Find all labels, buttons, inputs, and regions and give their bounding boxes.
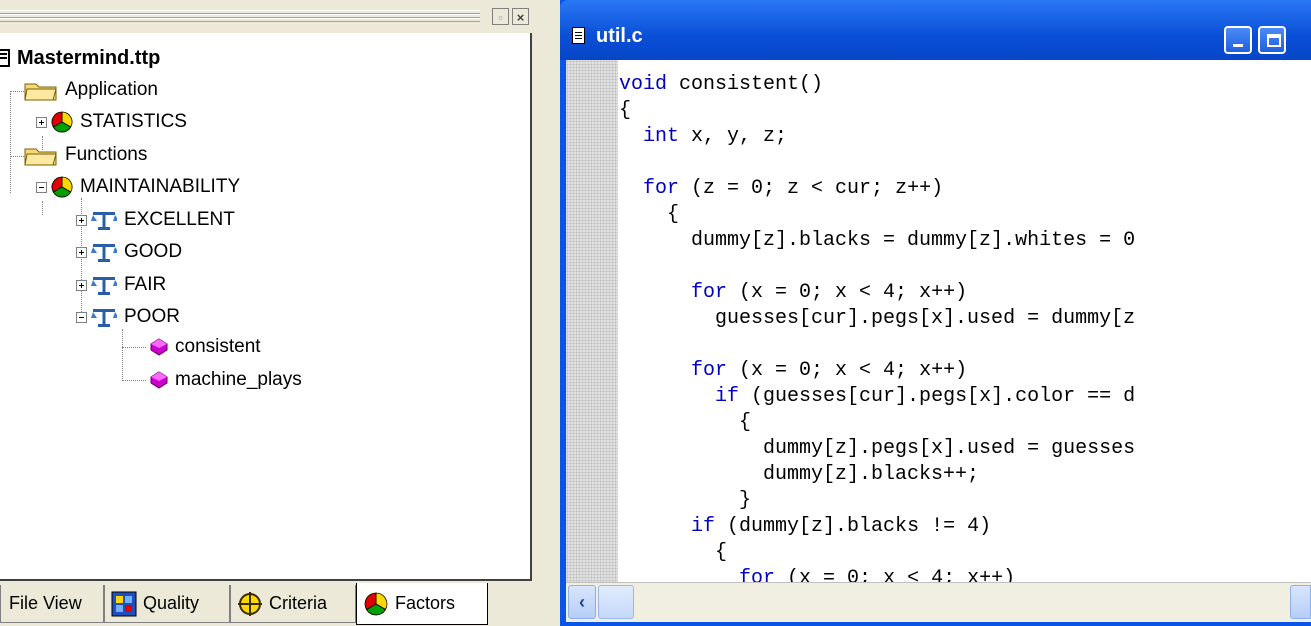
panel-titlebar[interactable]: ▫ × [0,0,540,32]
code-line: dummy[z].blacks++; [619,463,980,486]
code-line: dummy[z].blacks = dummy[z].whites = 0 [619,229,1136,252]
code-line: dummy[z].pegs[x].used = guesses [619,437,1136,460]
quality-icon [111,591,137,616]
tree-item-functions[interactable]: Functions [24,140,147,170]
code-keyword: for [739,567,776,582]
collapse-icon[interactable] [76,311,87,323]
panel-close-button[interactable]: × [512,8,529,25]
tab-quality[interactable]: Quality [104,585,230,623]
expand-icon[interactable] [36,116,47,128]
maximize-button[interactable] [1258,26,1286,54]
code-line: { [619,411,752,434]
code-line: } [619,489,752,512]
tree-view[interactable]: Mastermind.ttp Application STATISTICS Fu… [0,33,532,581]
tab-criteria[interactable]: Criteria [230,585,356,623]
code-line: for (x = 0; x < 4; x++) [619,567,1015,582]
tree-line [10,156,24,157]
document-icon [572,27,585,44]
panel-grip [0,18,480,22]
code-line: { [619,541,728,564]
scales-icon [91,244,117,262]
tab-file-view[interactable]: File View [0,585,104,623]
scroll-right-arrow-icon[interactable] [1290,585,1311,619]
scales-icon [91,277,117,295]
tree-item-statistics[interactable]: STATISTICS [36,107,187,137]
code-line: guesses[cur].pegs[x].used = dummy[z [619,307,1136,330]
code-line: for (x = 0; x < 4; x++) [691,359,968,382]
tree-item-consistent[interactable]: consistent [150,332,261,362]
expand-icon[interactable] [76,214,87,226]
tree-item-application[interactable]: Application [24,75,158,105]
tree-line [122,347,146,348]
editor-window: util.c void consistent() { int x, y, z; … [560,0,1311,626]
tree-item-excellent[interactable]: EXCELLENT [76,205,235,235]
crosshair-icon [238,591,262,616]
panel-tabs: File View Quality Criteria Factors [0,583,540,626]
tree-line [10,91,24,92]
editor-gutter [566,60,618,582]
code-keyword: if [691,515,716,538]
collapse-icon[interactable] [36,181,47,193]
folder-icon [24,83,57,101]
tree-root[interactable]: Mastermind.ttp [0,43,160,73]
code-line: int x, y, z; [643,125,788,148]
code-text[interactable]: void consistent() { int x, y, z; for (z … [619,72,1135,582]
code-line: { [619,99,632,122]
factor-icon [51,176,73,198]
tree-line [122,329,123,381]
tree-line [42,201,43,215]
code-keyword: int [643,125,680,148]
code-line: { [619,203,680,226]
code-line: void consistent() [619,73,824,96]
code-keyword: void [619,73,668,96]
tree-item-machine-plays[interactable]: machine_plays [150,365,302,395]
function-icon [150,338,168,356]
editor-titlebar[interactable]: util.c [560,0,1311,60]
tree-item-good[interactable]: GOOD [76,237,182,267]
tree-item-poor[interactable]: POOR [76,302,180,332]
editor-title: util.c [596,25,643,47]
project-panel: ▫ × Mastermind.ttp Application STATISTIC… [0,0,540,626]
expand-icon[interactable] [76,246,87,258]
code-keyword: if [715,385,740,408]
scales-icon [91,309,117,327]
tree-item-maintainability[interactable]: MAINTAINABILITY [36,172,240,202]
scroll-thumb[interactable] [598,585,634,619]
code-keyword: for [643,177,680,200]
folder-icon [24,148,57,166]
panel-splitter[interactable] [540,0,560,626]
factor-icon [364,592,388,615]
expand-icon[interactable] [76,279,87,291]
scales-icon [91,212,117,230]
tab-factors[interactable]: Factors [356,583,488,625]
code-line: if (dummy[z].blacks != 4) [691,515,992,538]
code-line: for (z = 0; z < cur; z++) [643,177,944,200]
code-line: for (x = 0; x < 4; x++) [691,281,968,304]
editor-frame-bottom [560,622,1311,626]
tree-root-label: Mastermind.ttp [17,46,161,69]
horizontal-scrollbar[interactable]: ‹ [566,582,1311,623]
factor-icon [51,111,73,133]
scroll-left-arrow-icon[interactable]: ‹ [568,585,596,619]
tree-line [10,93,11,193]
minimize-button[interactable] [1224,26,1252,54]
tree-item-fair[interactable]: FAIR [76,270,166,300]
project-file-icon [0,49,10,67]
code-keyword: for [691,281,728,304]
tree-line [122,380,146,381]
panel-restore-button[interactable]: ▫ [492,8,509,25]
function-icon [150,371,168,389]
code-keyword: for [691,359,728,382]
code-line: if (guesses[cur].pegs[x].color == d [715,385,1136,408]
code-editor[interactable]: void consistent() { int x, y, z; for (z … [566,60,1311,582]
